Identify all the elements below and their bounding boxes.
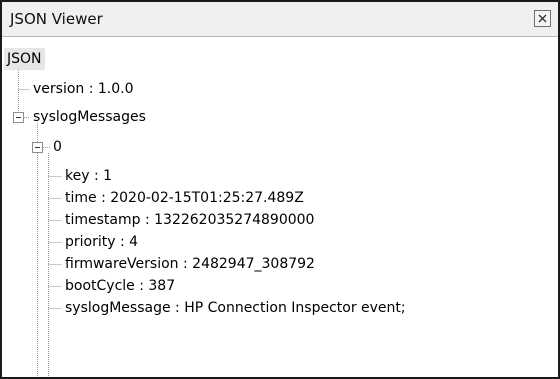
tree-node-firmwareversion[interactable]: firmwareVersion : 2482947_308792 (63, 253, 317, 275)
tree-node-bootcycle[interactable]: bootCycle : 387 (63, 275, 177, 297)
json-viewer-window: JSON Viewer JSON version: 1.0.0 syslogM… (0, 0, 560, 379)
tree-node-time[interactable]: time : 2020-02-15T01:25:27.489Z (63, 187, 306, 209)
tree-node-syslogmessage[interactable]: syslogMessage : HP Connection Inspector … (63, 297, 408, 319)
json-tree[interactable]: JSON version : 1.0.0 syslogMessages 0 ke… (2, 37, 558, 377)
close-icon (538, 14, 547, 23)
item-0-collapse-toggle[interactable] (32, 142, 43, 153)
tree-node-timestamp[interactable]: timestamp : 132262035274890000 (63, 209, 316, 231)
syslogmessages-collapse-toggle[interactable] (13, 112, 24, 123)
tree-node-version[interactable]: version : 1.0.0 (31, 78, 136, 100)
tree-node-item-0[interactable]: 0 (51, 136, 64, 158)
close-button[interactable] (534, 10, 551, 27)
tree-node-priority[interactable]: priority : 4 (63, 231, 140, 253)
tree-root-json[interactable]: JSON (4, 48, 45, 70)
tree-node-key[interactable]: key : 1 (63, 165, 114, 187)
tree-node-syslogmessages[interactable]: syslogMessages (31, 106, 148, 128)
title-bar[interactable]: JSON Viewer (2, 2, 558, 37)
window-title: JSON Viewer (10, 10, 103, 28)
